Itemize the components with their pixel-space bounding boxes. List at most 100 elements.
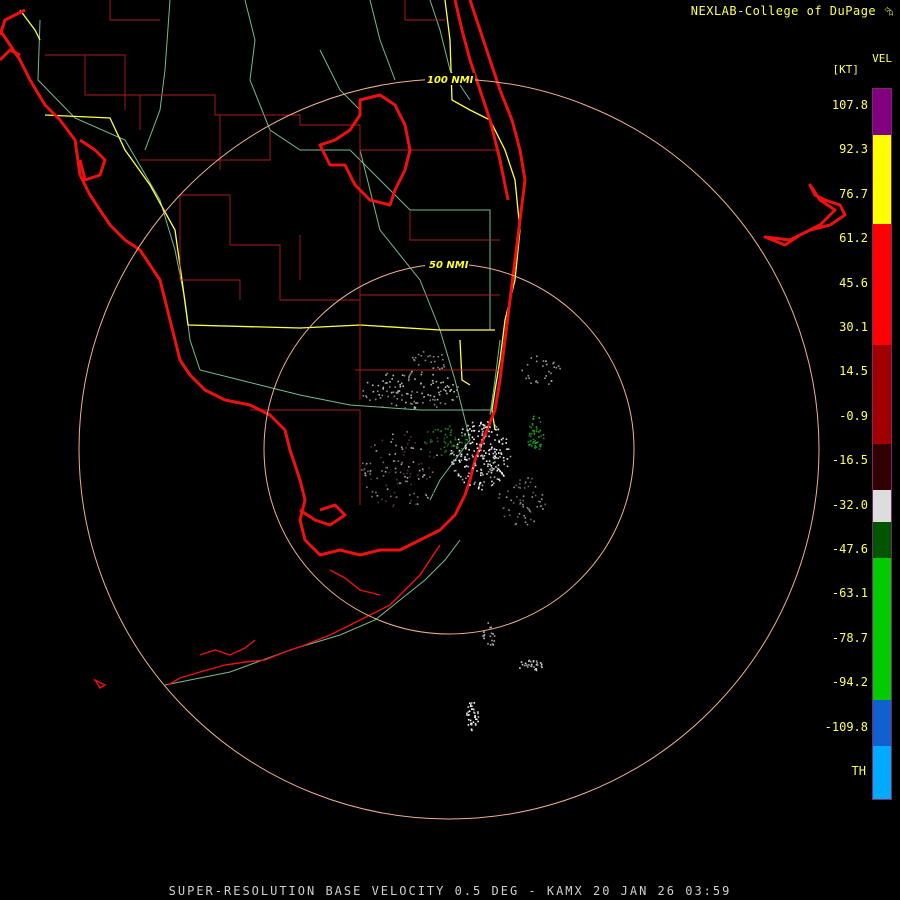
velocity-return-pixel: [365, 396, 368, 399]
colorbar-band: [873, 700, 891, 746]
velocity-return-pixel: [468, 714, 470, 716]
velocity-return-pixel: [456, 454, 458, 457]
velocity-return-pixel: [429, 441, 432, 443]
velocity-return-pixel: [474, 462, 476, 465]
velocity-return-pixel: [468, 448, 470, 451]
velocity-return-pixel: [403, 374, 406, 377]
velocity-return-pixel: [451, 461, 453, 464]
velocity-return-pixel: [496, 469, 499, 472]
velocity-return-pixel: [478, 424, 481, 427]
velocity-return-pixel: [403, 434, 406, 436]
velocity-return-pixel: [492, 468, 494, 470]
velocity-return-pixel: [409, 374, 411, 376]
velocity-return-pixel: [477, 487, 480, 490]
velocity-return-pixel: [378, 394, 380, 396]
velocity-return-pixel: [468, 472, 470, 474]
velocity-return-pixel: [506, 458, 509, 460]
velocity-return-pixel: [467, 475, 469, 477]
velocity-return-pixel: [367, 470, 369, 473]
velocity-return-pixel: [471, 708, 473, 710]
velocity-return-pixel: [497, 468, 500, 471]
velocity-return-pixel: [479, 481, 482, 484]
velocity-return-pixel: [396, 478, 398, 481]
velocity-return-pixel: [522, 495, 525, 497]
velocity-return-pixel: [488, 430, 490, 433]
velocity-return-pixel: [491, 639, 493, 642]
velocity-return-pixel: [493, 635, 496, 637]
velocity-return-pixel: [390, 441, 393, 443]
velocity-return-pixel: [441, 367, 443, 370]
colorbar-tick-label: -0.9: [839, 408, 868, 423]
velocity-return-pixel: [534, 486, 537, 488]
velocity-return-pixel: [446, 436, 448, 438]
velocity-return-pixel: [467, 718, 470, 721]
velocity-return-pixel: [497, 428, 500, 431]
velocity-return-pixel: [394, 467, 397, 470]
velocity-return-pixel: [510, 499, 512, 502]
velocity-return-pixel: [481, 434, 484, 436]
velocity-return-pixel: [371, 491, 374, 493]
velocity-return-pixel: [406, 477, 409, 479]
velocity-return-pixel: [519, 499, 521, 502]
velocity-return-pixel: [501, 473, 504, 475]
velocity-return-pixel: [487, 622, 490, 624]
velocity-return-pixel: [432, 356, 435, 358]
velocity-return-pixel: [421, 371, 423, 373]
velocity-return-pixel: [453, 459, 455, 461]
velocity-return-pixel: [469, 433, 471, 436]
velocity-return-pixel: [457, 446, 460, 449]
velocity-return-pixel: [529, 481, 532, 484]
velocity-return-pixel: [467, 724, 470, 726]
velocity-return-pixel: [494, 439, 496, 441]
velocity-return-pixel: [473, 430, 475, 432]
velocity-return-pixel: [483, 637, 485, 640]
velocity-return-pixel: [416, 391, 418, 393]
velocity-return-pixel: [490, 484, 493, 487]
velocity-return-pixel: [539, 662, 542, 664]
velocity-return-pixel: [537, 500, 540, 503]
velocity-return-pixel: [517, 516, 519, 518]
velocity-return-pixel: [527, 375, 530, 377]
velocity-return-pixel: [412, 356, 414, 359]
velocity-return-pixel: [428, 455, 431, 458]
nexlab-logo-icon: ⮲: [883, 4, 894, 18]
velocity-return-pixel: [471, 430, 473, 432]
velocity-return-pixel: [493, 457, 496, 460]
velocity-return-pixel: [456, 443, 459, 446]
velocity-return-pixel: [386, 488, 389, 490]
velocity-return-pixel: [532, 491, 535, 494]
credit-label: NEXLAB-College of DuPage ⮲: [691, 4, 894, 19]
velocity-return-pixel: [486, 473, 488, 475]
velocity-return-pixel: [444, 403, 447, 405]
velocity-return-pixel: [435, 380, 438, 383]
velocity-return-pixel: [457, 386, 459, 388]
velocity-return-pixel: [464, 466, 466, 468]
velocity-return-pixel: [434, 429, 437, 431]
velocity-return-pixel: [500, 438, 503, 441]
velocity-return-pixel: [458, 449, 461, 452]
velocity-return-pixel: [522, 503, 524, 506]
velocity-return-pixel: [487, 471, 490, 473]
velocity-return-pixel: [411, 370, 413, 373]
velocity-return-pixel: [407, 469, 409, 472]
velocity-return-pixel: [544, 377, 546, 379]
velocity-return-pixel: [482, 474, 484, 476]
velocity-return-pixel: [376, 390, 379, 392]
colorbar-tick-label: -16.5: [831, 453, 868, 468]
velocity-return-pixel: [530, 433, 533, 435]
velocity-return-pixel: [403, 451, 406, 453]
velocity-return-pixel: [524, 481, 527, 483]
velocity-return-pixel: [392, 433, 394, 436]
velocity-return-pixel: [430, 383, 432, 386]
colorbar-tick-label: 107.8: [831, 98, 868, 112]
velocity-return-pixel: [526, 523, 529, 526]
velocity-return-pixel: [465, 465, 468, 467]
velocity-return-pixel: [485, 435, 487, 437]
velocity-return-pixel: [416, 496, 419, 498]
velocity-return-pixel: [423, 396, 425, 398]
velocity-return-pixel: [439, 368, 441, 370]
velocity-return-pixel: [425, 442, 428, 444]
velocity-return-pixel: [466, 459, 468, 461]
velocity-return-pixel: [524, 521, 527, 524]
velocity-return-pixel: [440, 381, 442, 384]
